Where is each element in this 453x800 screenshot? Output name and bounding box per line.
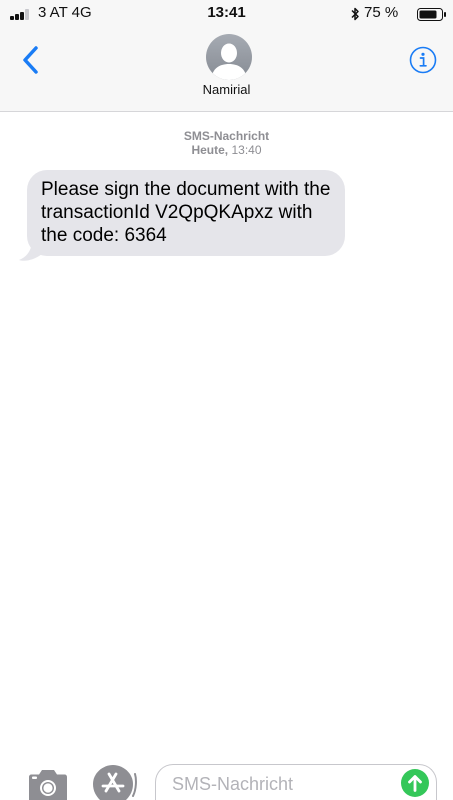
message-composer[interactable] xyxy=(155,764,437,800)
camera-icon[interactable] xyxy=(26,767,70,800)
battery-icon xyxy=(417,8,446,21)
message-time: 13:40 xyxy=(231,143,262,157)
contact-avatar[interactable] xyxy=(206,34,252,80)
contact-name[interactable]: Namirial xyxy=(0,82,453,97)
bluetooth-icon xyxy=(351,7,359,21)
back-button[interactable] xyxy=(18,40,46,80)
message-bubble[interactable]: Please sign the document with the transa… xyxy=(27,170,345,256)
message-date: Heute, 13:40 xyxy=(0,143,453,157)
conversation-header: 3 AT 4G 13:41 75 % Namirial xyxy=(0,0,453,112)
incoming-message: Please sign the document with the transa… xyxy=(18,170,345,261)
app-store-icon[interactable] xyxy=(89,765,137,800)
info-icon[interactable] xyxy=(409,46,437,74)
message-day: Heute, xyxy=(191,143,229,157)
message-type-label: SMS-Nachricht xyxy=(183,129,270,143)
message-timestamp: SMS-Nachricht Heute, 13:40 xyxy=(0,129,453,157)
messages-screen: 3 AT 4G 13:41 75 % Namirial SMS-Nachrich… xyxy=(0,0,453,800)
message-input[interactable] xyxy=(172,771,392,797)
status-bar: 3 AT 4G 13:41 75 % xyxy=(0,0,453,26)
battery-percentage: 75 % xyxy=(364,4,399,21)
send-arrow-up-icon[interactable] xyxy=(401,769,429,797)
